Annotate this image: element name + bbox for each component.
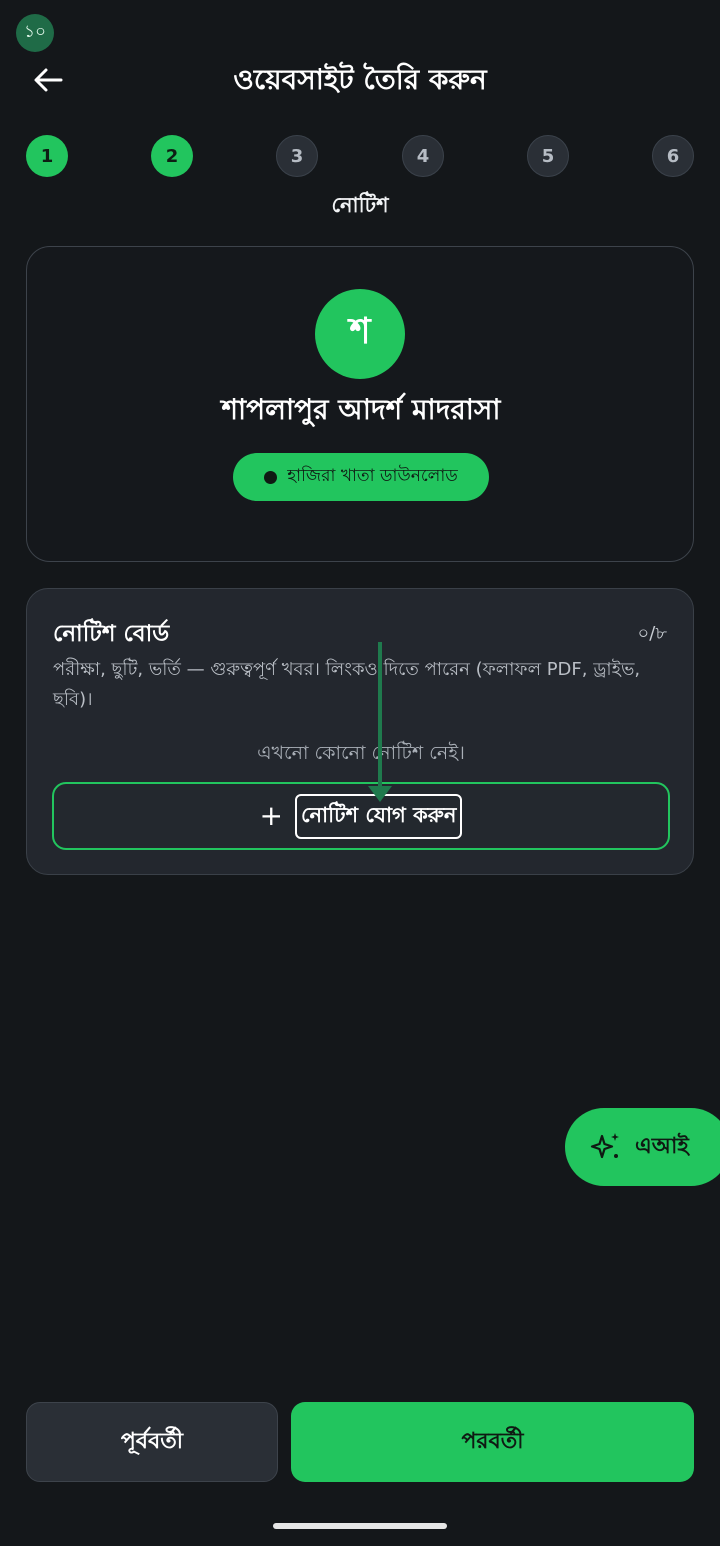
step-5[interactable]: 5 xyxy=(527,135,569,177)
notice-board-card: নোটিশ বোর্ড ০/৮ পরীক্ষা, ছুটি, ভর্তি — গ… xyxy=(26,588,694,875)
add-notice-button[interactable]: + নোটিশ যোগ করুন xyxy=(52,782,670,850)
website-preview-card: শ শাপলাপুর আদর্শ মাদরাসা হাজিরা খাতা ডাউ… xyxy=(26,246,694,562)
ai-assistant-button[interactable]: এআই xyxy=(565,1108,720,1186)
notice-count: ০/৮ xyxy=(637,623,667,644)
page-title: ওয়েবসাইট তৈরি করুন xyxy=(233,63,487,96)
add-notice-label: নোটিশ যোগ করুন xyxy=(295,793,463,839)
plus-icon: + xyxy=(259,799,283,832)
notice-chip[interactable]: হাজিরা খাতা ডাউনলোড xyxy=(233,453,489,501)
screen: ১০ ওয়েবসাইট তৈরি করুন 1 2 3 4 5 6 নোটিশ… xyxy=(0,0,720,1546)
sparkles-icon xyxy=(590,1133,619,1159)
app-header: ওয়েবসাইট তৈরি করুন xyxy=(0,54,720,106)
step-caption: নোটিশ xyxy=(331,193,389,217)
school-name: শাপলাপুর আদর্শ মাদরাসা xyxy=(221,393,501,426)
home-indicator xyxy=(273,1523,447,1529)
step-6[interactable]: 6 xyxy=(652,135,694,177)
previous-button[interactable]: পূর্ববর্তী xyxy=(26,1402,278,1482)
step-4[interactable]: 4 xyxy=(402,135,444,177)
avatar: শ xyxy=(315,289,405,379)
stepper: 1 2 3 4 5 6 xyxy=(26,135,694,177)
ai-label: এআই xyxy=(635,1133,689,1159)
notice-board-title: নোটিশ বোর্ড xyxy=(53,621,170,647)
step-2[interactable]: 2 xyxy=(151,135,193,177)
dot-icon xyxy=(264,470,278,484)
empty-state-text: এখনো কোনো নোটিশ নেই। xyxy=(257,742,465,764)
notice-chip-label: হাজিরা খাতা ডাউনলোড xyxy=(287,466,458,486)
next-button[interactable]: পরবর্তী xyxy=(291,1402,694,1482)
step-3[interactable]: 3 xyxy=(276,135,318,177)
notice-board-description: পরীক্ষা, ছুটি, ভর্তি — গুরুত্বপূর্ণ খবর।… xyxy=(53,659,641,710)
status-badge: ১০ xyxy=(16,14,54,52)
step-1[interactable]: 1 xyxy=(26,135,68,177)
